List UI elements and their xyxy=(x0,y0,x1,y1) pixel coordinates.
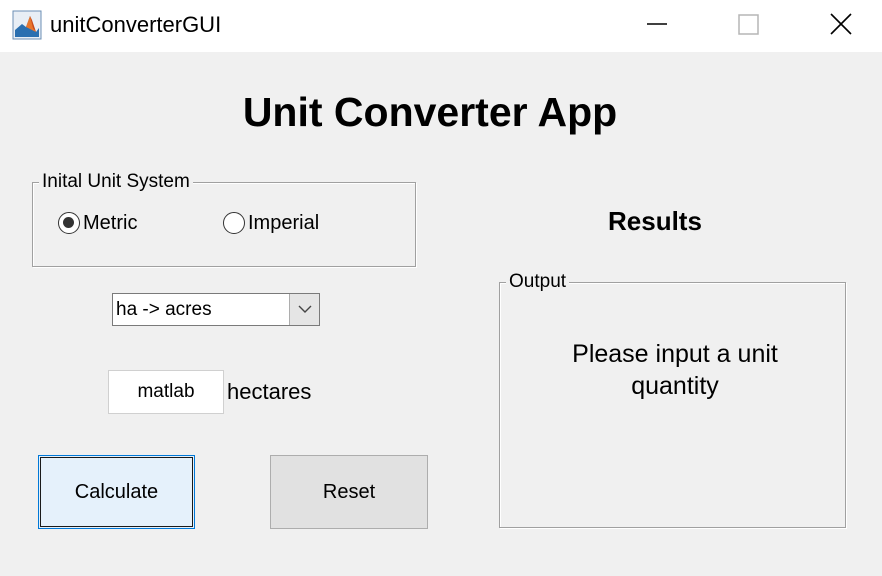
conversion-dropdown[interactable]: ha -> acres xyxy=(112,293,320,326)
results-heading: Results xyxy=(608,206,702,236)
unit-system-label: Inital Unit System xyxy=(39,171,193,193)
matlab-icon xyxy=(12,10,42,40)
radio-imperial[interactable]: Imperial xyxy=(223,210,319,236)
output-group: Output xyxy=(499,271,846,528)
radio-imperial-label: Imperial xyxy=(248,212,320,234)
reset-button[interactable]: Reset xyxy=(270,455,428,529)
radio-metric[interactable]: Metric xyxy=(58,210,137,236)
maximize-button[interactable] xyxy=(724,6,772,44)
app-title: Unit Converter App xyxy=(242,89,618,135)
radio-checked-icon[interactable] xyxy=(58,212,80,234)
output-label: Output xyxy=(506,271,570,293)
chevron-down-icon[interactable] xyxy=(289,294,319,325)
close-button[interactable] xyxy=(817,6,865,44)
title-bar: unitConverterGUI xyxy=(0,0,882,52)
minimize-button[interactable] xyxy=(633,6,681,44)
output-text: Please input a unit quantity xyxy=(572,340,778,400)
unit-label: hectares xyxy=(227,379,312,404)
calculate-button[interactable]: Calculate xyxy=(38,455,195,529)
conversion-selected-value: ha -> acres xyxy=(116,299,212,320)
radio-unchecked-icon[interactable] xyxy=(223,212,245,234)
quantity-input[interactable]: matlab xyxy=(108,370,224,414)
window-title: unitConverterGUI xyxy=(50,12,222,37)
radio-metric-label: Metric xyxy=(83,212,138,234)
